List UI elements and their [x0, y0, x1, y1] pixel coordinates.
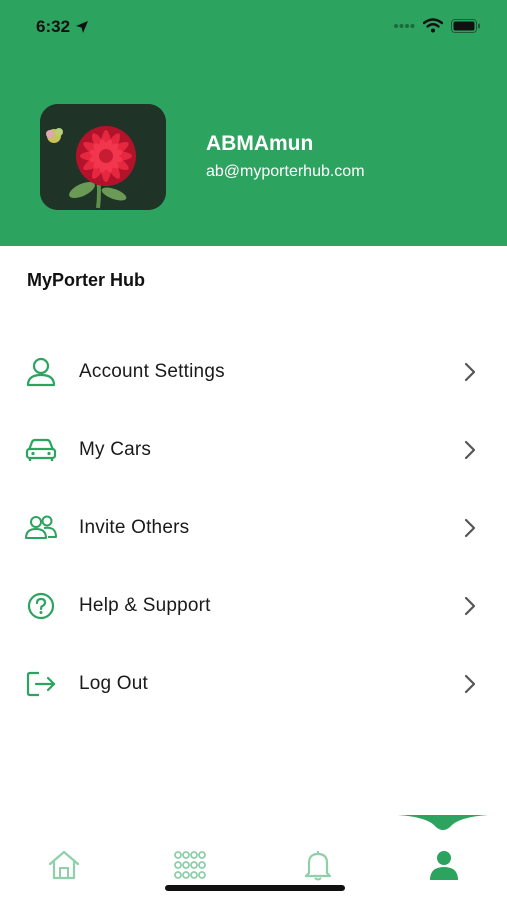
menu-item-label: My Cars: [79, 439, 152, 460]
logout-icon: [24, 668, 58, 700]
menu-item-label: Account Settings: [79, 361, 225, 382]
battery-icon: [451, 18, 480, 33]
chevron-right-icon: [460, 673, 480, 695]
status-time-text: 6:32: [36, 17, 71, 36]
grid-icon: [174, 851, 206, 879]
menu-item-my-cars[interactable]: My Cars: [0, 421, 507, 479]
avatar-flower-image: [40, 104, 166, 210]
car-icon: [24, 434, 58, 466]
avatar[interactable]: [40, 104, 166, 210]
menu-item-label: Invite Others: [79, 517, 190, 538]
menu-item-label: Help & Support: [79, 595, 211, 616]
section-title: MyPorter Hub: [27, 270, 146, 290]
chevron-right-icon: [460, 517, 480, 539]
cellular-dots-icon: [394, 23, 415, 28]
menu-item-account-settings[interactable]: Account Settings: [0, 343, 507, 401]
menu-item-help-support[interactable]: Help & Support: [0, 577, 507, 635]
menu-item-label: Log Out: [79, 673, 149, 694]
tab-grid[interactable]: [160, 845, 220, 885]
status-bar: 6:32: [0, 0, 507, 56]
chevron-right-icon: [460, 361, 480, 383]
profile-email: ab@myporterhub.com: [206, 163, 365, 180]
active-tab-indicator: [398, 815, 488, 830]
help-circle-icon: [24, 590, 58, 622]
user-icon: [24, 356, 58, 388]
profile-icon: [430, 851, 458, 880]
tab-notifications[interactable]: [288, 845, 348, 885]
chevron-right-icon: [460, 439, 480, 461]
menu-item-invite-others[interactable]: Invite Others: [0, 499, 507, 557]
home-indicator: [165, 885, 345, 891]
chevron-right-icon: [460, 595, 480, 617]
tab-home[interactable]: [34, 845, 94, 885]
profile-name: ABMAmun: [206, 132, 314, 155]
status-indicators: [393, 18, 481, 33]
wifi-icon: [423, 18, 443, 33]
profile-header: 6:32 ABMAmun ab@myporterhub.com: [0, 0, 507, 246]
location-arrow-icon: [76, 21, 89, 33]
bell-icon: [304, 851, 332, 881]
menu-item-log-out[interactable]: Log Out: [0, 655, 507, 713]
status-time: 6:32: [36, 17, 89, 37]
users-icon: [24, 512, 58, 544]
tab-profile[interactable]: [414, 845, 474, 885]
home-icon: [48, 850, 80, 880]
